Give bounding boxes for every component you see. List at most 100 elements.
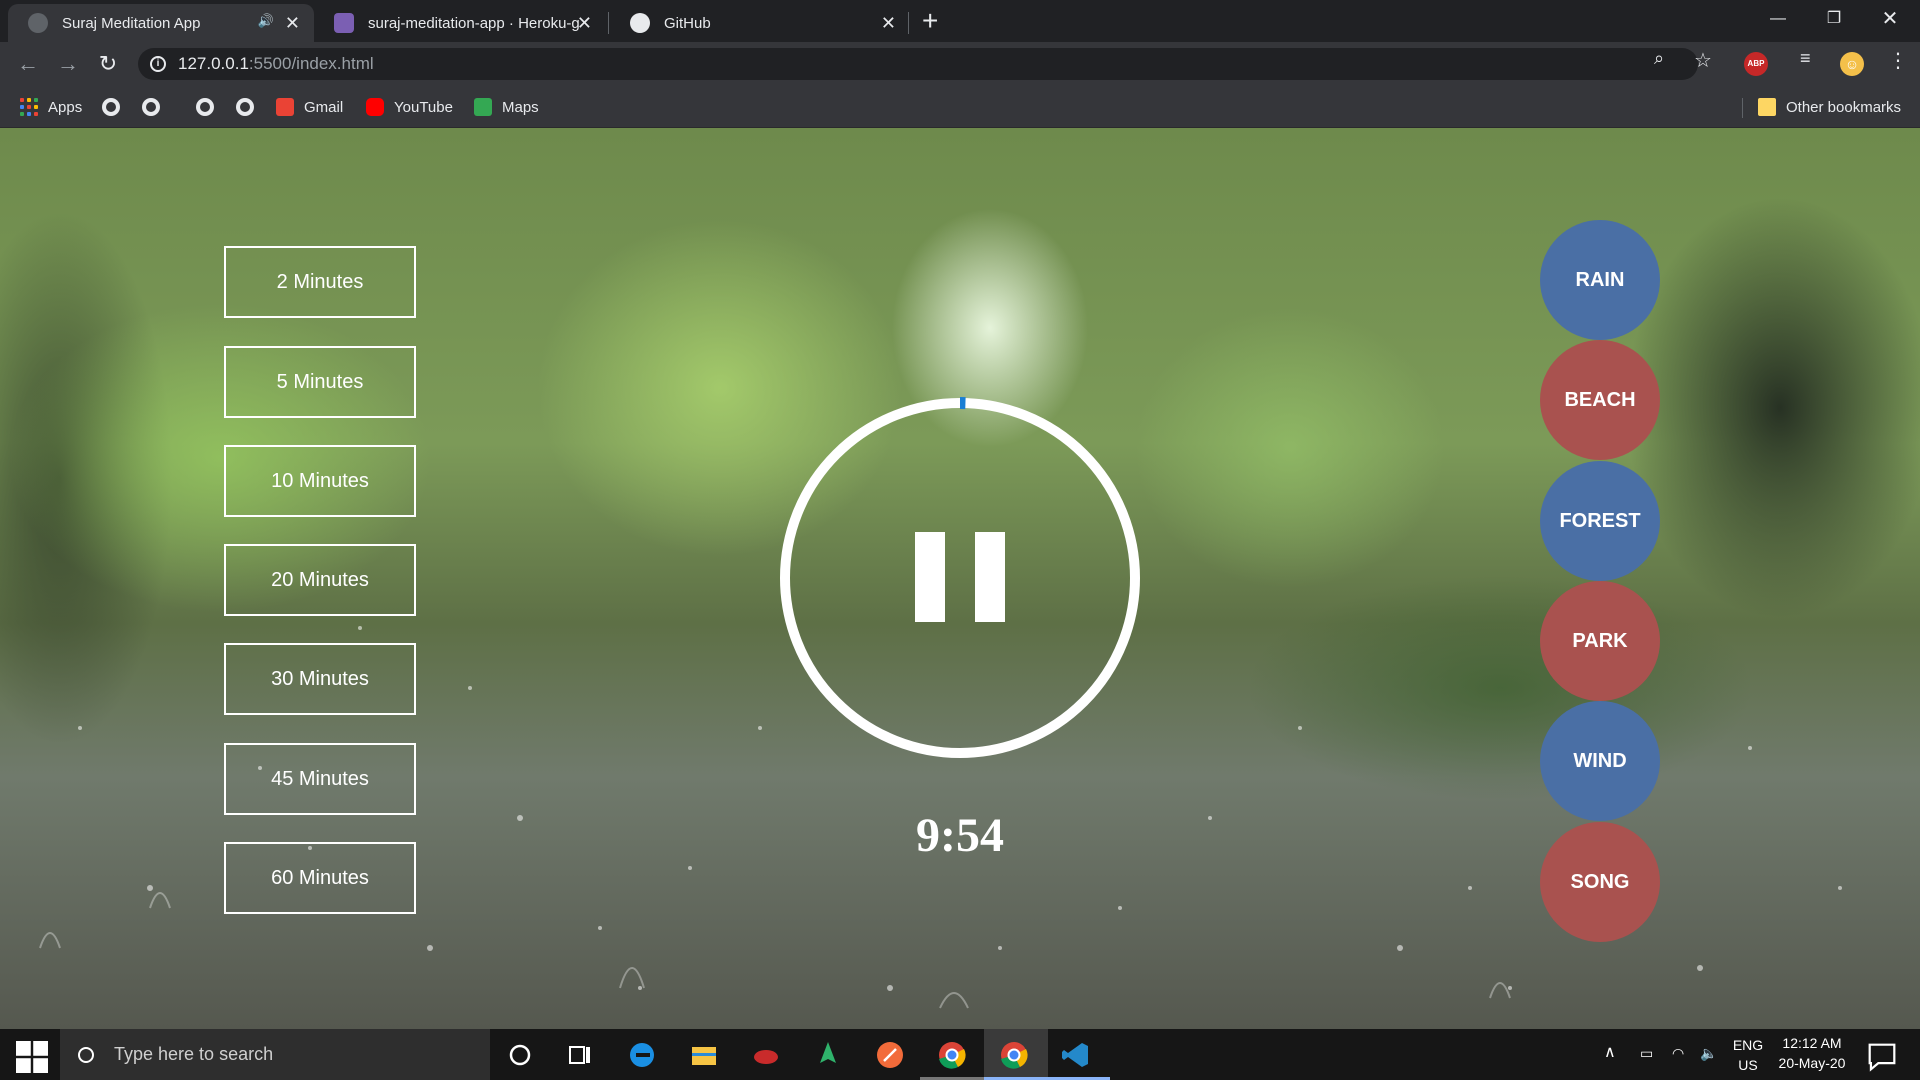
bookmark-label: Gmail xyxy=(304,98,344,116)
windows-start-icon[interactable] xyxy=(16,1041,48,1073)
windows-taskbar: Type here to search ∧ ▭ ◠ 🔈 ENG US 12:12… xyxy=(0,1029,1920,1080)
clock[interactable]: 12:12 AM 20-May-20 xyxy=(1770,1033,1854,1073)
tab-title: suraj-meditation-app · Heroku-g xyxy=(368,14,580,32)
progress-track xyxy=(780,398,1140,758)
duration-60-min-button[interactable]: 60 Minutes xyxy=(224,842,416,914)
tab-github[interactable]: GitHub ✕ xyxy=(610,4,910,42)
maps-icon xyxy=(474,98,492,116)
apps-grid-icon xyxy=(20,98,38,116)
cortana-icon[interactable] xyxy=(504,1039,536,1071)
sound-song-button[interactable]: SONG xyxy=(1540,822,1660,942)
postman-icon[interactable] xyxy=(874,1039,906,1071)
minimize-icon[interactable]: — xyxy=(1748,4,1808,34)
sound-beach-button[interactable]: BEACH xyxy=(1540,340,1660,460)
duration-2-min-button[interactable]: 2 Minutes xyxy=(224,246,416,318)
region-code: US xyxy=(1738,1057,1758,1073)
star-bookmark-icon[interactable]: ☆ xyxy=(1694,48,1712,73)
address-bar[interactable]: i 127.0.0.1 :5500/index.html xyxy=(138,48,1698,80)
clock-time: 12:12 AM xyxy=(1782,1035,1842,1051)
close-tab-icon[interactable]: ✕ xyxy=(577,13,592,33)
globe-icon xyxy=(28,13,48,33)
globe-bookmark-icon[interactable] xyxy=(236,98,254,116)
adblock-icon[interactable]: ABP xyxy=(1744,52,1768,76)
bookmark-label: Other bookmarks xyxy=(1786,98,1902,116)
heroku-icon xyxy=(334,13,354,33)
duration-10-min-button[interactable]: 10 Minutes xyxy=(224,445,416,517)
meditation-app: 2 Minutes 5 Minutes 10 Minutes 20 Minute… xyxy=(0,128,1920,1029)
sound-wind-button[interactable]: WIND xyxy=(1540,701,1660,821)
search-placeholder: Type here to search xyxy=(114,1044,274,1064)
battery-icon[interactable]: ▭ xyxy=(1640,1043,1653,1063)
bookmark-label: Maps xyxy=(502,98,539,116)
tab-divider xyxy=(908,12,909,34)
tab-suraj-meditation-app[interactable]: Suraj Meditation App 🔊 ✕ xyxy=(8,4,314,42)
tab-title: Suraj Meditation App xyxy=(62,14,201,32)
chrome-icon[interactable] xyxy=(936,1039,968,1071)
speaker-icon[interactable]: 🔊 xyxy=(258,13,274,29)
close-tab-icon[interactable]: ✕ xyxy=(881,13,896,33)
bookmarks-bar: Apps Gmail YouTube Maps Other bookmarks xyxy=(0,86,1920,128)
taskbar-search-input[interactable]: Type here to search xyxy=(60,1029,490,1080)
close-tab-icon[interactable]: ✕ xyxy=(285,13,300,33)
new-tab-icon[interactable]: + xyxy=(922,6,938,36)
wifi-icon[interactable]: ◠ xyxy=(1672,1043,1684,1063)
zoom-icon[interactable]: ⌕ xyxy=(1654,48,1664,69)
language-indicator[interactable]: ENG US xyxy=(1730,1035,1766,1075)
red-app-icon[interactable] xyxy=(750,1039,782,1071)
task-view-icon[interactable] xyxy=(564,1039,596,1071)
progress-ring xyxy=(779,397,1141,759)
sound-forest-button[interactable]: FOREST xyxy=(1540,461,1660,581)
media-control-icon[interactable]: ≡ xyxy=(1800,48,1811,69)
browser-tab-strip: Suraj Meditation App 🔊 ✕ suraj-meditatio… xyxy=(0,0,1920,42)
url-host: 127.0.0.1 xyxy=(178,54,249,73)
green-app-icon[interactable] xyxy=(812,1039,844,1071)
globe-bookmark-icon[interactable] xyxy=(196,98,214,116)
pause-icon[interactable] xyxy=(915,532,1005,622)
globe-bookmark-icon[interactable] xyxy=(102,98,120,116)
tab-title: GitHub xyxy=(664,14,711,32)
restore-icon[interactable]: ❐ xyxy=(1804,4,1864,34)
profile-avatar-icon[interactable]: ☺ xyxy=(1840,52,1864,76)
language-code: ENG xyxy=(1732,1037,1764,1053)
search-icon xyxy=(78,1046,94,1063)
bookmark-label: Apps xyxy=(48,98,83,116)
close-window-icon[interactable]: ✕ xyxy=(1860,4,1920,34)
edge-icon[interactable] xyxy=(626,1039,658,1071)
url-path: :5500/index.html xyxy=(248,54,374,73)
file-explorer-icon[interactable] xyxy=(688,1039,720,1071)
globe-bookmark-icon[interactable] xyxy=(142,98,160,116)
vscode-icon[interactable] xyxy=(1060,1039,1092,1071)
sound-park-button[interactable]: PARK xyxy=(1540,581,1660,701)
bookmark-other[interactable]: Other bookmarks xyxy=(1758,96,1901,118)
duration-45-min-button[interactable]: 45 Minutes xyxy=(224,743,416,815)
chrome-active-icon[interactable] xyxy=(998,1039,1030,1071)
clock-date: 20-May-20 xyxy=(1778,1055,1846,1071)
browser-toolbar: ← → ↻ i 127.0.0.1 :5500/index.html ⌕ ☆ A… xyxy=(0,42,1920,86)
bookmark-label: YouTube xyxy=(394,98,453,116)
timer-display: 9:54 xyxy=(916,809,1004,862)
bookmark-gmail[interactable]: Gmail xyxy=(276,96,343,118)
duration-20-min-button[interactable]: 20 Minutes xyxy=(224,544,416,616)
bookmark-apps[interactable]: Apps xyxy=(20,96,82,118)
duration-5-min-button[interactable]: 5 Minutes xyxy=(224,346,416,418)
bookmarks-divider xyxy=(1742,98,1743,118)
github-icon xyxy=(630,13,650,33)
bookmark-youtube[interactable]: YouTube xyxy=(366,96,453,118)
tab-divider xyxy=(608,12,609,34)
folder-icon xyxy=(1758,98,1776,116)
gmail-icon xyxy=(276,98,294,116)
forward-icon[interactable]: → xyxy=(54,50,82,78)
menu-kebab-icon[interactable]: ⋮ xyxy=(1888,48,1908,73)
volume-icon[interactable]: 🔈 xyxy=(1700,1043,1717,1063)
info-icon[interactable]: i xyxy=(150,56,166,72)
duration-30-min-button[interactable]: 30 Minutes xyxy=(224,643,416,715)
reload-icon[interactable]: ↻ xyxy=(94,50,122,78)
tab-heroku[interactable]: suraj-meditation-app · Heroku-g ✕ xyxy=(314,4,606,42)
youtube-icon xyxy=(366,98,384,116)
player[interactable] xyxy=(778,396,1142,760)
sound-rain-button[interactable]: RAIN xyxy=(1540,220,1660,340)
bookmark-maps[interactable]: Maps xyxy=(474,96,539,118)
notification-icon[interactable] xyxy=(1866,1041,1898,1073)
chevron-up-icon[interactable]: ∧ xyxy=(1604,1043,1616,1063)
back-icon[interactable]: ← xyxy=(14,50,42,78)
